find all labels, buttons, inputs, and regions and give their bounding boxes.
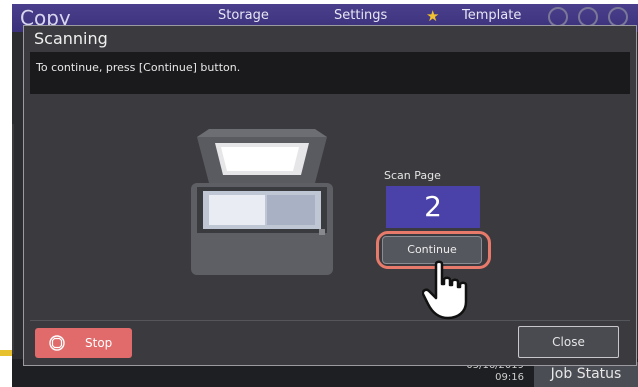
close-button[interactable]: Close	[518, 326, 619, 358]
scanner-illustration-icon	[191, 129, 333, 275]
stop-button[interactable]: Stop	[35, 328, 132, 358]
side-panel-edge	[12, 124, 14, 354]
help-icon[interactable]	[608, 7, 628, 27]
stop-label: Stop	[85, 336, 113, 350]
tab-storage[interactable]: Storage	[218, 8, 269, 23]
stop-icon	[49, 335, 65, 351]
dialog-title: Scanning	[34, 29, 108, 48]
message-bar: To continue, press [Continue] button.	[30, 52, 630, 94]
scan-page-label: Scan Page	[384, 169, 441, 182]
scan-page-count: 2	[386, 186, 480, 228]
settings-icon[interactable]	[578, 7, 598, 27]
scanning-dialog: Scanning To continue, press [Continue] b…	[23, 25, 637, 366]
tab-settings[interactable]: Settings	[334, 8, 387, 23]
tab-template[interactable]: Template	[462, 8, 521, 23]
message-text: To continue, press [Continue] button.	[36, 61, 241, 74]
home-icon[interactable]	[548, 7, 568, 27]
divider	[30, 320, 630, 321]
star-icon: ★	[426, 7, 440, 25]
hand-pointer-icon	[422, 260, 468, 320]
status-indicator	[0, 350, 12, 356]
time-text: 09:16	[495, 372, 524, 383]
